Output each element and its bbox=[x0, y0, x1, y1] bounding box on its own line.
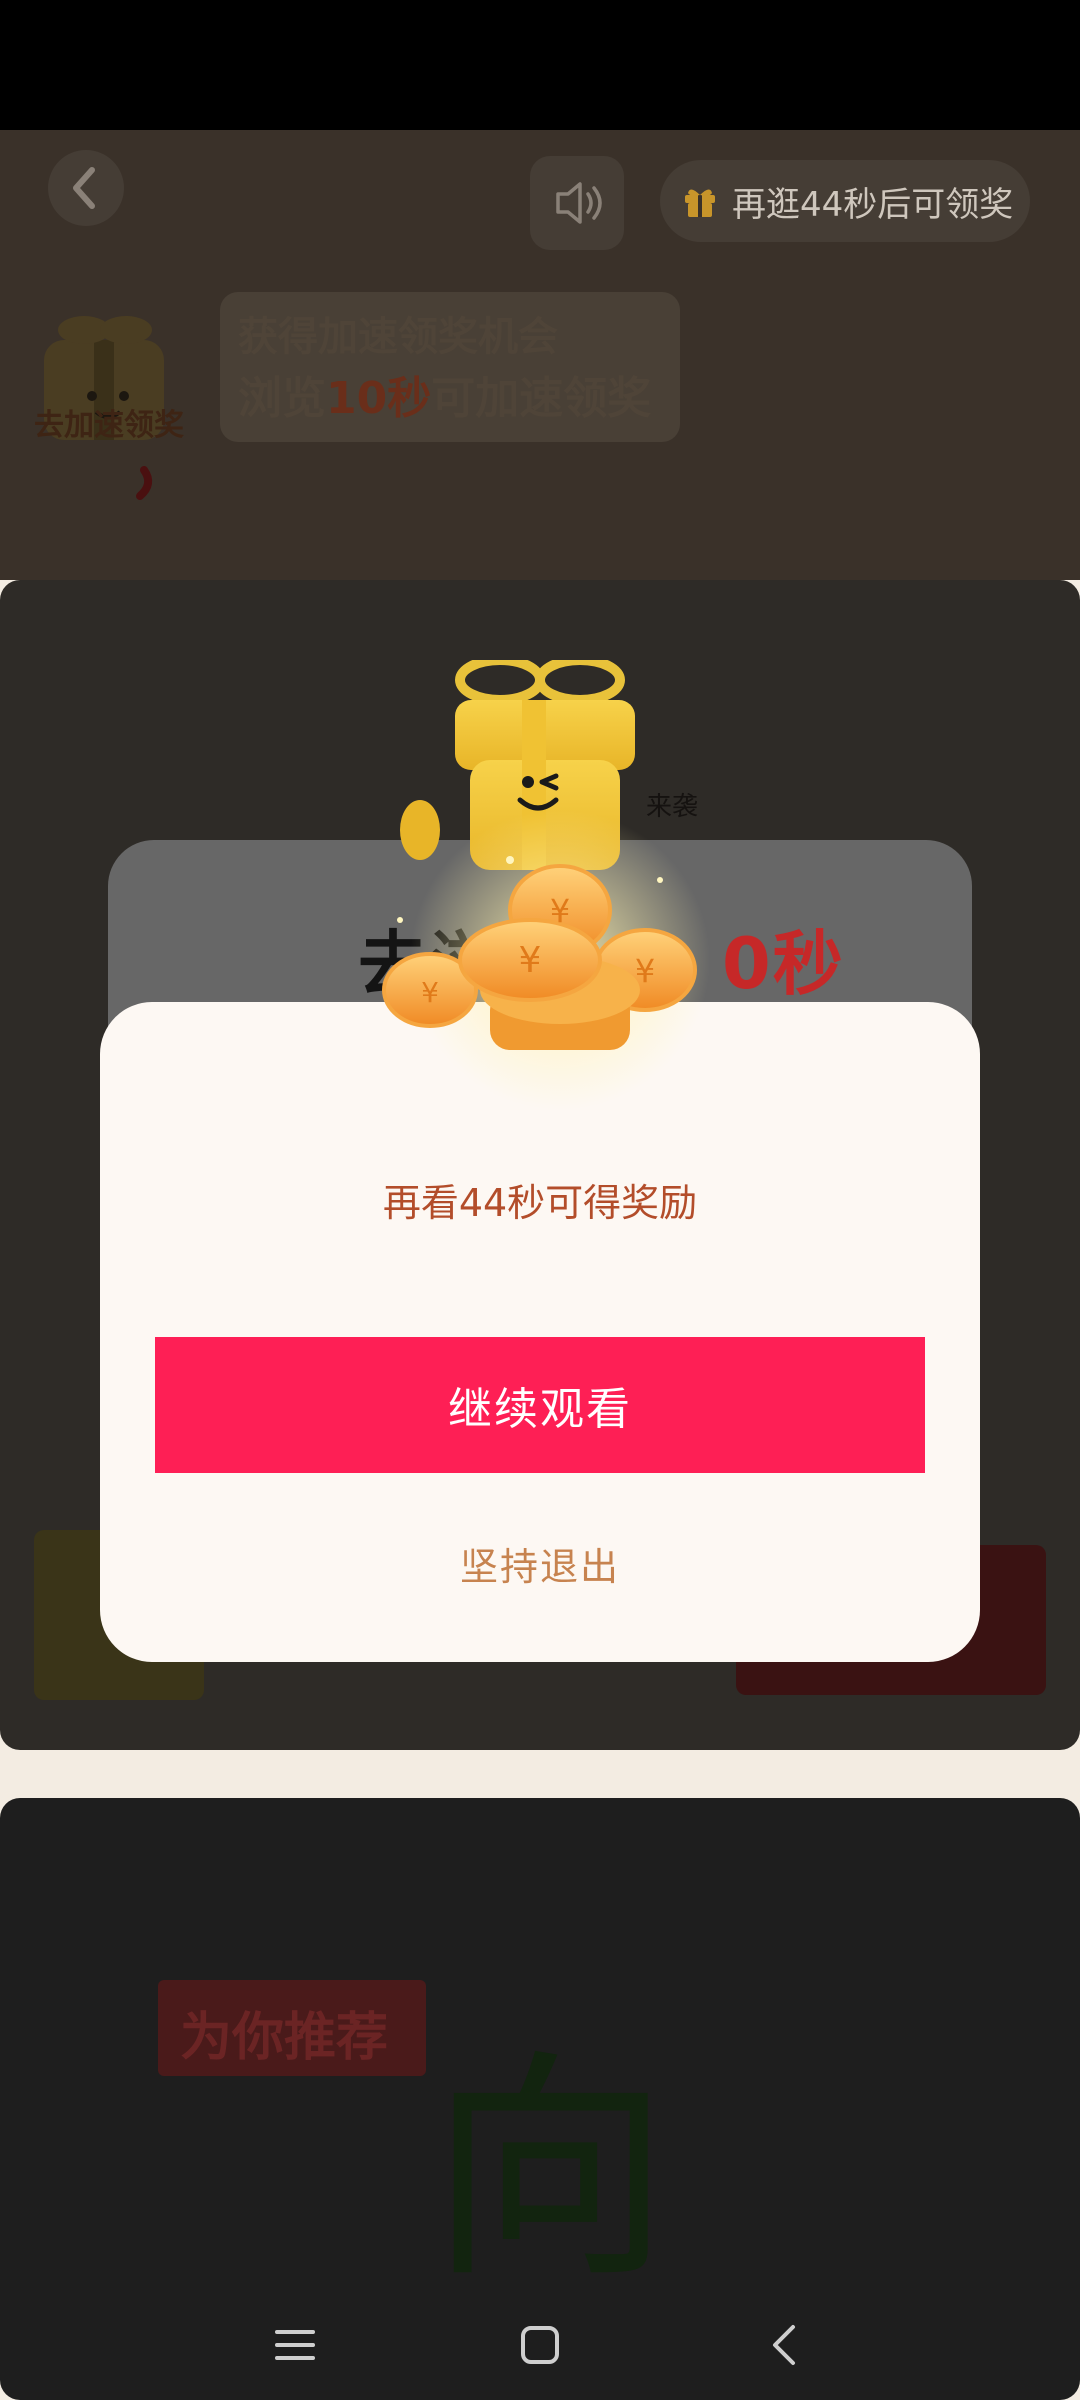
home-icon bbox=[521, 2326, 559, 2364]
coins-icon: ¥ ¥ ¥ ¥ bbox=[382, 655, 710, 1110]
speed-banner-line2: 浏览10秒可加速领奖 bbox=[238, 373, 652, 424]
svg-text:¥: ¥ bbox=[635, 952, 655, 990]
exit-button[interactable]: 坚持退出 bbox=[100, 1536, 980, 1591]
nav-back-button[interactable] bbox=[730, 2290, 840, 2400]
dialog-message: 再看44秒可得奖励 bbox=[382, 1181, 698, 1225]
back-arrow-icon bbox=[73, 167, 95, 209]
speed-banner-line1: 获得加速领奖机会 bbox=[238, 314, 558, 360]
continue-watching-button[interactable]: 继续观看 bbox=[155, 1337, 925, 1473]
nav-menu-button[interactable] bbox=[240, 2290, 350, 2400]
recommend-badge-label: 为你推荐 bbox=[180, 2008, 389, 2068]
svg-text:¥: ¥ bbox=[550, 892, 570, 930]
back-button[interactable] bbox=[48, 150, 124, 226]
sound-button[interactable] bbox=[530, 156, 624, 250]
svg-text:¥: ¥ bbox=[519, 940, 542, 981]
gift-icon bbox=[685, 189, 715, 217]
reward-countdown-text: 再逛44秒后可领奖 bbox=[732, 184, 1014, 225]
speed-mascot[interactable]: 去加速领奖 bbox=[14, 300, 214, 510]
nav-back-icon bbox=[773, 2325, 795, 2365]
gift-coins-art: ¥ ¥ ¥ ¥ bbox=[360, 655, 740, 1120]
system-nav-bar bbox=[0, 2290, 1080, 2400]
speed-mascot-label: 去加速领奖 bbox=[34, 408, 184, 443]
nav-home-button[interactable] bbox=[485, 2290, 595, 2400]
reward-countdown-pill: 再逛44秒后可领奖 bbox=[660, 160, 1030, 242]
status-bar bbox=[0, 0, 1080, 130]
recommend-big-glyph: 向 bbox=[430, 2030, 671, 2310]
svg-text:¥: ¥ bbox=[421, 976, 439, 1009]
speaker-icon bbox=[556, 182, 602, 224]
speed-banner[interactable]: 获得加速领奖机会 浏览10秒可加速领奖 bbox=[220, 292, 680, 442]
menu-icon bbox=[275, 2330, 315, 2360]
